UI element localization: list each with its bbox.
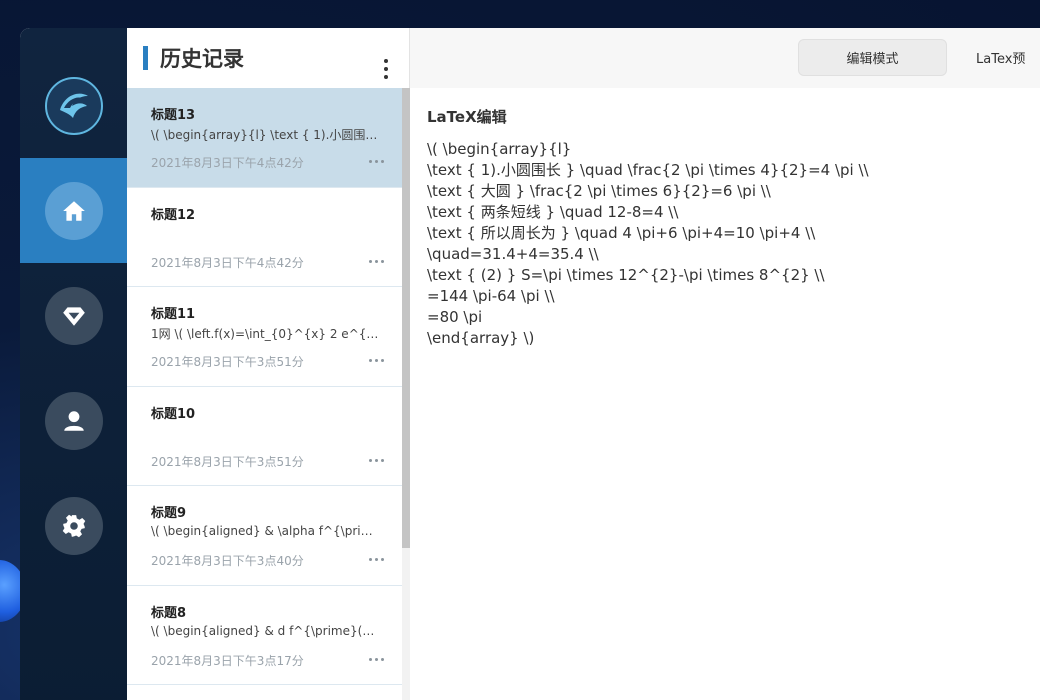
eagle-logo-icon: [45, 77, 103, 135]
more-horiz-icon[interactable]: [369, 259, 384, 263]
home-icon: [62, 200, 85, 221]
latex-line: \text { (2) } S=\pi \times 12^{2}-\pi \t…: [427, 266, 825, 284]
latex-line: \end{array} \): [427, 329, 535, 347]
item-date: 2021年8月3日下午3点17分: [151, 653, 304, 668]
history-item[interactable]: 标题13 \( \begin{array}{l} \text { 1).小圆围长…: [127, 88, 402, 188]
item-preview: [151, 425, 379, 443]
item-preview: 1网 \( \left.f(x)=\int_{0}^{x} 2 e^{-\fra…: [151, 327, 379, 341]
scrollbar-thumb[interactable]: [402, 88, 410, 548]
item-preview: [151, 226, 379, 244]
tab-latex-preview[interactable]: LaTex预: [976, 39, 1040, 76]
editor-panel: 编辑模式 LaTex预 LaTeX编辑 \( \begin{array}{l} …: [410, 28, 1040, 700]
item-title: 标题10: [151, 406, 196, 422]
history-panel: 历史记录 标题13 \( \begin{array}{l} \text { 1)…: [127, 28, 410, 700]
title-accent-bar: [143, 46, 148, 70]
more-horiz-icon[interactable]: [369, 359, 384, 362]
diamond-icon: [62, 306, 85, 326]
more-horiz-icon[interactable]: [369, 160, 384, 163]
nav-item-premium[interactable]: [20, 263, 127, 368]
latex-line: =80 \pi: [427, 308, 483, 326]
item-date: 2021年8月3日下午3点51分: [151, 454, 304, 469]
latex-line: \text { 所以周长为 } \quad 4 \pi+6 \pi+4=10 \…: [427, 224, 816, 242]
more-vert-icon[interactable]: [379, 59, 393, 79]
item-title: 标题9: [151, 506, 187, 521]
history-item[interactable]: 标题9 \( \begin{aligned} & \alpha f^{\prim…: [127, 486, 402, 586]
item-date: 2021年8月3日下午4点42分: [151, 255, 304, 270]
history-item[interactable]: 标题10 2021年8月3日下午3点51分: [127, 386, 402, 486]
nav-item-home[interactable]: [20, 158, 127, 263]
nav-item-settings[interactable]: [20, 473, 127, 578]
latex-line: \text { 大圆 } \frac{2 \pi \times 6}{2}=6 …: [427, 182, 771, 200]
latex-line: =144 \pi-64 \pi \\: [427, 287, 555, 305]
more-horiz-icon[interactable]: [369, 657, 384, 661]
history-title: 历史记录: [160, 47, 244, 71]
nav-item-profile[interactable]: [20, 368, 127, 473]
mode-tabs: 编辑模式 LaTex预: [410, 28, 1040, 88]
item-preview: \( \begin{array}{l} \text { 1).小圆围长 }...: [151, 128, 379, 142]
latex-line: \( \begin{array}{l}: [427, 140, 572, 158]
item-date: 2021年8月3日下午4点42分: [151, 156, 304, 170]
item-title: 标题11: [151, 307, 196, 322]
more-horiz-icon[interactable]: [369, 458, 384, 462]
history-item[interactable]: 标题8 \( \begin{aligned} & d f^{\prime}(x)…: [127, 585, 402, 685]
tab-edit-mode[interactable]: 编辑模式: [798, 39, 947, 76]
item-preview: \( \begin{aligned} & d f^{\prime}(x)=...: [151, 623, 379, 638]
gear-icon: [62, 514, 85, 537]
latex-text-area[interactable]: \( \begin{array}{l} \text { 1).小圆围长 } \q…: [427, 139, 1027, 349]
latex-line: \quad=31.4+4=35.4 \\: [427, 245, 599, 263]
item-title: 标题8: [151, 605, 187, 621]
item-date: 2021年8月3日下午3点51分: [151, 355, 304, 369]
history-header: 历史记录: [127, 28, 409, 88]
section-title: LaTeX编辑: [427, 108, 507, 126]
item-title: 标题13: [151, 108, 196, 123]
history-list: 标题13 \( \begin{array}{l} \text { 1).小圆围长…: [127, 88, 402, 685]
history-item[interactable]: 标题11 1网 \( \left.f(x)=\int_{0}^{x} 2 e^{…: [127, 287, 402, 387]
history-item[interactable]: 标题12 2021年8月3日下午4点42分: [127, 187, 402, 287]
item-preview: \( \begin{aligned} & \alpha f^{\prim...: [151, 524, 379, 538]
item-date: 2021年8月3日下午3点40分: [151, 554, 304, 568]
item-title: 标题12: [151, 207, 196, 223]
latex-line: \text { 1).小圆围长 } \quad \frac{2 \pi \tim…: [427, 161, 869, 179]
nav-rail: [20, 28, 127, 700]
user-icon: [63, 410, 84, 431]
app-window: 历史记录 标题13 \( \begin{array}{l} \text { 1)…: [20, 28, 1040, 700]
latex-line: \text { 两条短线 } \quad 12-8=4 \\: [427, 203, 679, 221]
history-scrollbar[interactable]: [402, 88, 410, 700]
more-horiz-icon[interactable]: [369, 558, 384, 561]
